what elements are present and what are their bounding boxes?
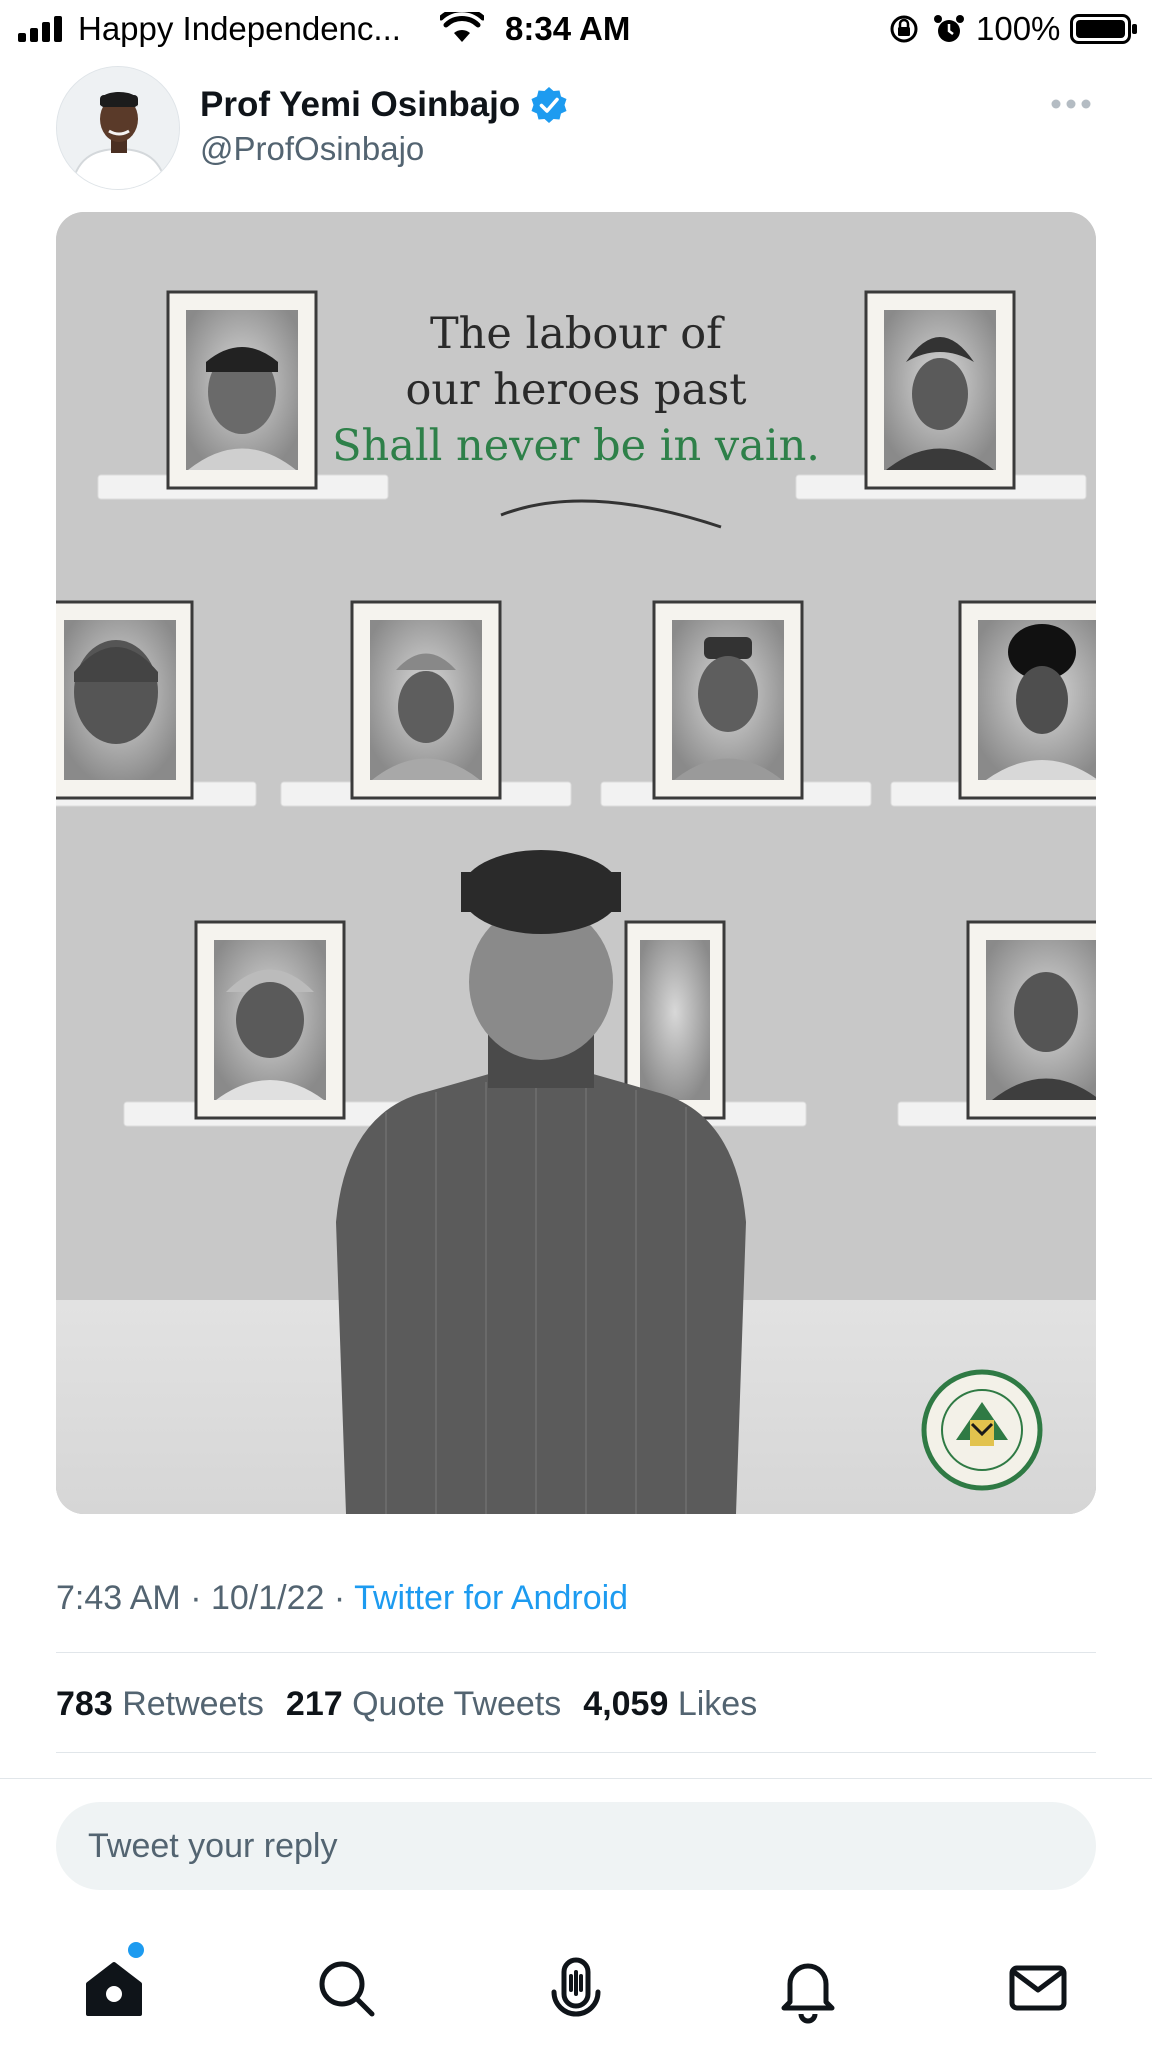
seal-emblem <box>921 1369 1043 1491</box>
tweet-media-image[interactable]: The labour of our heroes past Shall neve… <box>56 212 1096 1514</box>
likes-label: Likes <box>677 1685 758 1723</box>
tweet-detail-screen: Happy Independenc... 8:34 AM 100% Prof Y… <box>0 0 1152 2048</box>
likes-stat[interactable]: 4,059 Likes <box>583 1685 757 1723</box>
author-handle[interactable]: @ProfOsinbajo <box>200 128 424 170</box>
meta-separator: · <box>190 1579 202 1617</box>
retweets-count: 783 <box>56 1685 113 1723</box>
search-icon <box>319 1961 375 2017</box>
retweets-stat[interactable]: 783 Retweets <box>56 1685 264 1723</box>
orientation-lock-icon <box>890 15 918 43</box>
battery-icon <box>1070 14 1137 44</box>
meta-separator: · <box>333 1579 346 1617</box>
status-time: 8:34 AM <box>505 10 631 47</box>
carrier-label: Happy Independenc... <box>78 10 401 47</box>
reply-input[interactable] <box>88 1802 1048 1890</box>
bottom-navigation <box>0 1930 1152 2048</box>
divider <box>0 1778 1152 1779</box>
quote-tweets-count: 217 <box>285 1685 343 1723</box>
nav-messages[interactable] <box>1002 1952 1074 2024</box>
tweet-stats: 783 Retweets 217 Quote Tweets 4,059 Likes <box>56 1682 757 1726</box>
image-quote-text: The labour of our heroes past Shall neve… <box>316 306 836 474</box>
home-icon <box>86 1962 142 2016</box>
likes-count: 4,059 <box>583 1685 669 1723</box>
retweets-label: Retweets <box>122 1685 264 1723</box>
author-avatar[interactable] <box>56 66 180 190</box>
signal-icon <box>18 16 62 42</box>
quote-line-2: our heroes past <box>405 365 747 415</box>
more-options-icon[interactable] <box>1050 96 1092 112</box>
wifi-icon <box>440 12 484 42</box>
nav-spaces[interactable] <box>540 1952 612 2024</box>
spaces-icon <box>551 1957 601 2017</box>
quote-tweets-stat[interactable]: 217 Quote Tweets <box>286 1685 561 1723</box>
alarm-icon <box>934 15 964 42</box>
tweet-date: 10/1/22 <box>210 1579 325 1617</box>
nav-notifications[interactable] <box>772 1952 844 2024</box>
nav-search[interactable] <box>310 1952 382 2024</box>
quote-line-1: The labour of <box>429 309 722 359</box>
messages-icon <box>1009 1965 1067 2011</box>
quote-line-3: Shall never be in vain. <box>332 421 820 471</box>
tweet-timestamp: 7:43 AM · 10/1/22 · Twitter for Android <box>56 1576 628 1620</box>
reply-composer[interactable] <box>56 1802 1096 1890</box>
tweet-time: 7:43 AM <box>56 1579 181 1617</box>
quote-tweets-label: Quote Tweets <box>352 1685 562 1723</box>
nav-home[interactable] <box>78 1952 150 2024</box>
unread-indicator-dot <box>128 1942 144 1958</box>
divider <box>56 1652 1096 1653</box>
verified-badge-icon <box>531 87 567 123</box>
notifications-icon <box>781 1963 835 2024</box>
tweet-source-link[interactable]: Twitter for Android <box>354 1579 628 1617</box>
battery-percent: 100% <box>976 10 1061 47</box>
divider <box>56 1752 1096 1753</box>
avatar-photo <box>57 67 179 189</box>
author-name[interactable]: Prof Yemi Osinbajo <box>200 84 520 126</box>
status-bar: Happy Independenc... 8:34 AM 100% <box>0 0 1152 58</box>
